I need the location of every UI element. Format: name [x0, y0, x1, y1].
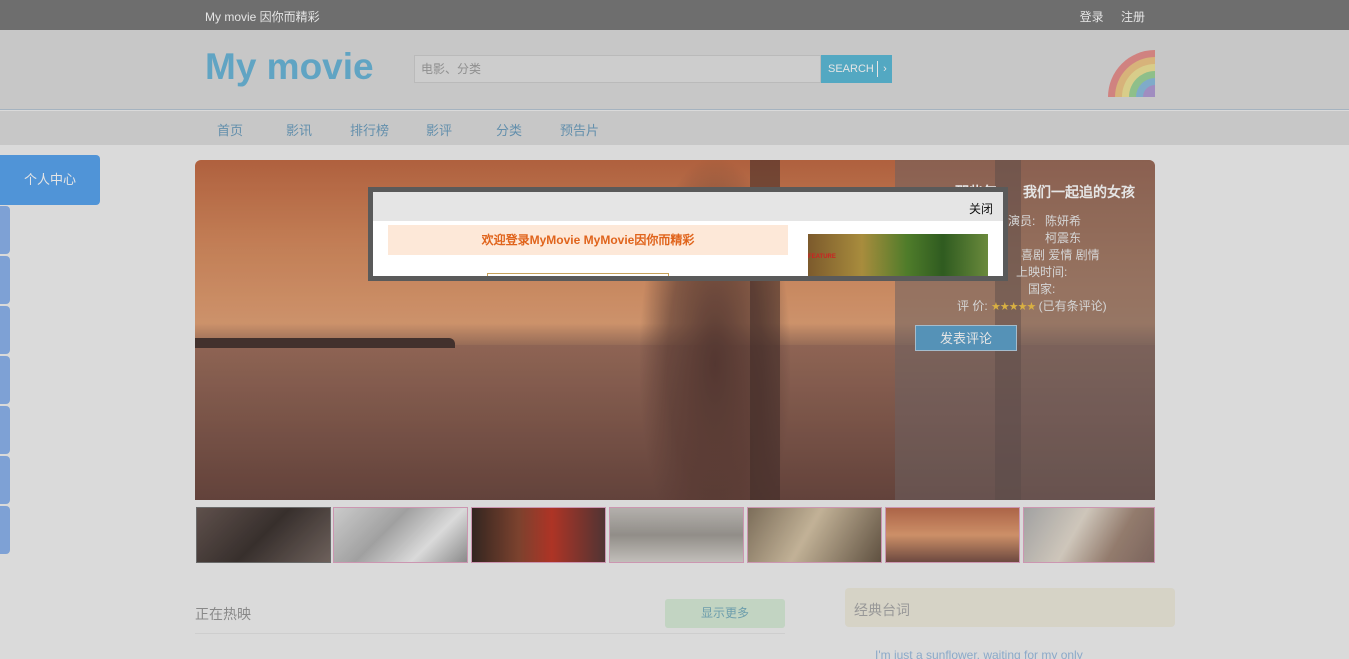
movie-genres: 喜剧 爱情 剧情 [1021, 248, 1100, 262]
register-link[interactable]: 注册 [1121, 10, 1145, 24]
nav-item-reviews[interactable]: 影评 [426, 120, 452, 139]
sidebar-tab[interactable] [0, 456, 10, 504]
search-button-label: SEARCH [828, 63, 874, 75]
site-slogan: My movie 因你而精彩 [205, 10, 320, 24]
rating-label: 评 价: [957, 299, 988, 313]
nav-item-news[interactable]: 影讯 [286, 120, 312, 139]
modal-header: 关闭 [373, 192, 1003, 221]
account-links: 登录 注册 [1066, 8, 1145, 25]
thumbnail[interactable] [1023, 507, 1155, 563]
nav-item-ranking[interactable]: 排行榜 [350, 120, 389, 139]
banner-horizon [195, 338, 455, 348]
star-rating-icon: ★★★★★ [991, 301, 1036, 313]
classic-quotes-title: 经典台词 [854, 602, 910, 618]
sidebar-tab[interactable] [0, 306, 10, 354]
actors-label: 演员: [1008, 214, 1036, 228]
banner-thumbnails [195, 507, 1155, 564]
site-header: My movie 电影、分类 SEARCH › [0, 30, 1349, 110]
main-nav: 首页 影讯 排行榜 影评 分类 预告片 [0, 111, 1349, 145]
promo-image: FEATURE [808, 234, 988, 276]
rainbow-icon [1108, 50, 1155, 97]
login-modal: 关闭 欢迎登录MyMovie MyMovie因你而精彩 FEATURE [368, 187, 1008, 281]
actor-name: 陈妍希 [1045, 214, 1082, 228]
show-more-button[interactable]: 显示更多 [665, 599, 785, 628]
actor-name: 柯震东 [1045, 231, 1082, 245]
modal-close-button[interactable]: 关闭 [969, 200, 993, 217]
comment-count: (已有条评论) [1038, 299, 1107, 313]
thumbnail[interactable] [196, 507, 331, 563]
sidebar-tab[interactable] [0, 256, 10, 304]
quote-link[interactable]: I'm just a sunflower, waiting for my onl… [875, 648, 1083, 659]
thumbnail[interactable] [885, 507, 1020, 563]
thumbnail[interactable] [747, 507, 882, 563]
search-input[interactable]: 电影、分类 [414, 55, 821, 83]
nav-item-trailers[interactable]: 预告片 [560, 120, 599, 139]
thumbnail[interactable] [609, 507, 744, 563]
site-logo[interactable]: My movie [205, 46, 374, 88]
username-field[interactable] [487, 273, 669, 276]
country-label: 国家: [1028, 282, 1056, 296]
movie-title[interactable]: 我们一起追的女孩 [1023, 182, 1135, 202]
nav-item-home[interactable]: 首页 [217, 120, 243, 139]
search-button[interactable]: SEARCH › [821, 55, 892, 83]
sidebar-tab[interactable] [0, 406, 10, 454]
thumbnail[interactable] [333, 507, 468, 563]
thumbnail[interactable] [471, 507, 606, 563]
sidebar-item-personal-center[interactable]: 个人中心 [0, 155, 100, 205]
top-bar: My movie 因你而精彩 登录 注册 [0, 0, 1349, 30]
nav-item-categories[interactable]: 分类 [496, 120, 522, 139]
sidebar-tab[interactable] [0, 206, 10, 254]
divider [195, 633, 785, 634]
rating-row: 评 价: ★★★★★ (已有条评论) [957, 297, 1107, 314]
now-showing-title: 正在热映 [195, 606, 251, 622]
chevron-right-icon: › [877, 61, 892, 77]
release-date-label: 上映时间: [1016, 265, 1068, 279]
classic-quotes-header: 经典台词 [845, 588, 1175, 627]
post-comment-button[interactable]: 发表评论 [915, 325, 1017, 351]
sidebar-tab[interactable] [0, 506, 10, 554]
login-modal-body: 关闭 欢迎登录MyMovie MyMovie因你而精彩 FEATURE [373, 192, 1003, 276]
sidebar-tab[interactable] [0, 356, 10, 404]
promo-image-tag: FEATURE [808, 254, 836, 260]
login-link[interactable]: 登录 [1080, 10, 1104, 24]
welcome-message: 欢迎登录MyMovie MyMovie因你而精彩 [388, 225, 788, 255]
